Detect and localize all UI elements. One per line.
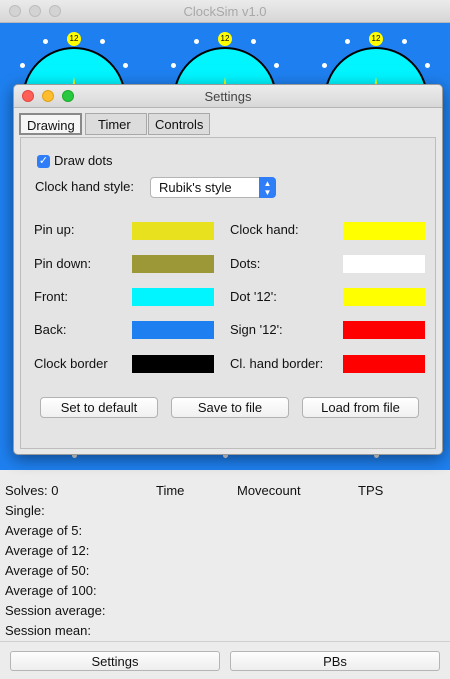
hand-style-label: Clock hand style: <box>35 179 134 194</box>
tab-timer[interactable]: Timer <box>85 113 147 135</box>
dot <box>171 63 176 68</box>
stat-session-average: Session average: <box>5 603 106 618</box>
dot <box>274 63 279 68</box>
stat-ao100: Average of 100: <box>5 583 97 598</box>
sign-twelve-color-swatch[interactable] <box>343 321 425 339</box>
dot-twelve-3: 12 <box>369 32 383 46</box>
dots-label: Dots: <box>230 256 261 271</box>
hand-style-select[interactable]: Rubik's style ▲ ▼ <box>150 177 276 198</box>
dot-twelve-1: 12 <box>67 32 81 46</box>
front-label: Front: <box>34 289 68 304</box>
back-label: Back: <box>34 322 67 337</box>
window-title: ClockSim v1.0 <box>183 4 267 19</box>
tab-controls[interactable]: Controls <box>148 113 210 135</box>
stat-single: Single: <box>5 503 45 518</box>
dot <box>251 39 256 44</box>
dot <box>123 63 128 68</box>
save-to-file-button[interactable]: Save to file <box>171 397 289 418</box>
stat-session-mean: Session mean: <box>5 623 91 638</box>
clock-border-label: Clock border <box>34 356 108 371</box>
settings-title: Settings <box>204 89 252 104</box>
pin-up-label: Pin up: <box>34 222 75 237</box>
pin-down-color-swatch[interactable] <box>132 255 214 273</box>
dot <box>100 39 105 44</box>
pin-down-label: Pin down: <box>34 256 92 271</box>
sign-twelve-label: Sign '12': <box>230 322 283 337</box>
solves-count: Solves: 0 <box>5 483 59 498</box>
pbs-button[interactable]: PBs <box>230 651 440 671</box>
settings-dialog: Settings Drawing Timer Controls ✓ Draw d… <box>13 84 443 455</box>
dot <box>43 39 48 44</box>
dot <box>194 39 199 44</box>
stat-ao12: Average of 12: <box>5 543 90 558</box>
checkmark-icon: ✓ <box>38 155 49 167</box>
set-to-default-button[interactable]: Set to default <box>40 397 158 418</box>
dot <box>345 39 350 44</box>
settings-titlebar: Settings <box>14 85 442 108</box>
draw-dots-checkbox[interactable]: ✓ <box>37 155 50 168</box>
dot <box>20 63 25 68</box>
dot <box>425 63 430 68</box>
clock-hand-color-swatch[interactable] <box>343 222 425 240</box>
movecount-column-header: Movecount <box>237 483 301 498</box>
stat-ao50: Average of 50: <box>5 563 90 578</box>
tps-column-header: TPS <box>358 483 384 498</box>
dot-twelve-2: 12 <box>218 32 232 46</box>
clock-border-color-swatch[interactable] <box>132 355 214 373</box>
settings-button[interactable]: Settings <box>10 651 220 671</box>
pin-up-color-swatch[interactable] <box>132 222 214 240</box>
dot-twelve-label: Dot '12': <box>230 289 277 304</box>
tab-drawing[interactable]: Drawing <box>19 113 82 135</box>
updown-chevron-icon: ▲ ▼ <box>259 177 276 198</box>
front-color-swatch[interactable] <box>132 288 214 306</box>
hand-style-value: Rubik's style <box>159 180 232 195</box>
time-column-header: Time <box>156 483 185 498</box>
draw-dots-label: Draw dots <box>54 153 113 168</box>
clock-hand-label: Clock hand: <box>230 222 299 237</box>
dot <box>402 39 407 44</box>
hand-border-color-swatch[interactable] <box>343 355 425 373</box>
dots-color-swatch[interactable] <box>343 255 425 273</box>
dot <box>322 63 327 68</box>
main-titlebar: ClockSim v1.0 <box>0 0 450 23</box>
stat-ao5: Average of 5: <box>5 523 83 538</box>
load-from-file-button[interactable]: Load from file <box>302 397 419 418</box>
dot-twelve-color-swatch[interactable] <box>343 288 425 306</box>
back-color-swatch[interactable] <box>132 321 214 339</box>
hand-border-label: Cl. hand border: <box>230 356 324 371</box>
